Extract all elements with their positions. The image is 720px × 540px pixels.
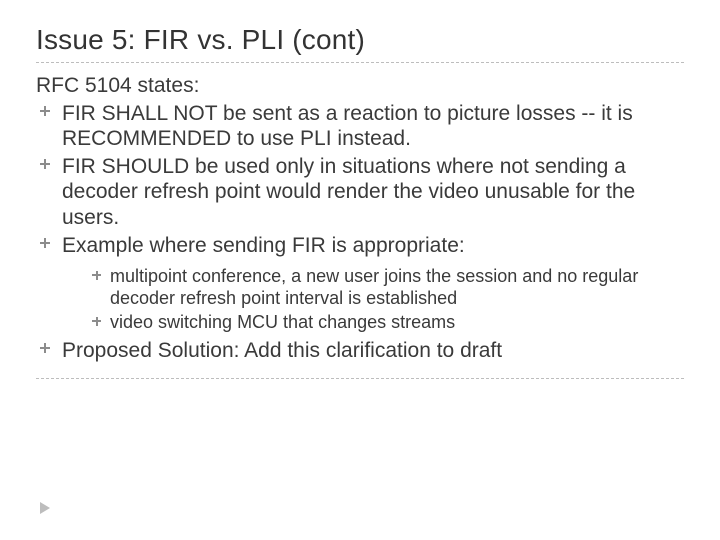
bottom-divider — [36, 378, 684, 379]
slide: Issue 5: FIR vs. PLI (cont) RFC 5104 sta… — [0, 0, 720, 540]
play-triangle-icon — [40, 502, 50, 514]
title-divider — [36, 62, 684, 63]
lead-text: RFC 5104 states: — [36, 73, 684, 99]
bullet-list: FIR SHALL NOT be sent as a reaction to p… — [36, 101, 684, 364]
sub-bullet-text: video switching MCU that changes streams — [110, 312, 455, 332]
list-item: FIR SHOULD be used only in situations wh… — [36, 154, 684, 231]
slide-title: Issue 5: FIR vs. PLI (cont) — [36, 24, 684, 56]
slide-body: RFC 5104 states: FIR SHALL NOT be sent a… — [36, 73, 684, 364]
sub-bullet-list: multipoint conference, a new user joins … — [88, 266, 684, 334]
bullet-text: FIR SHALL NOT be sent as a reaction to p… — [62, 102, 633, 151]
list-item: Example where sending FIR is appropriate… — [36, 233, 684, 334]
bullet-text: Proposed Solution: Add this clarificatio… — [62, 339, 502, 362]
list-item: video switching MCU that changes streams — [88, 312, 684, 334]
list-item: FIR SHALL NOT be sent as a reaction to p… — [36, 101, 684, 152]
sub-bullet-text: multipoint conference, a new user joins … — [110, 266, 638, 308]
bullet-text: Example where sending FIR is appropriate… — [62, 234, 465, 257]
bullet-text: FIR SHOULD be used only in situations wh… — [62, 155, 635, 229]
list-item: multipoint conference, a new user joins … — [88, 266, 684, 310]
list-item: Proposed Solution: Add this clarificatio… — [36, 338, 684, 364]
